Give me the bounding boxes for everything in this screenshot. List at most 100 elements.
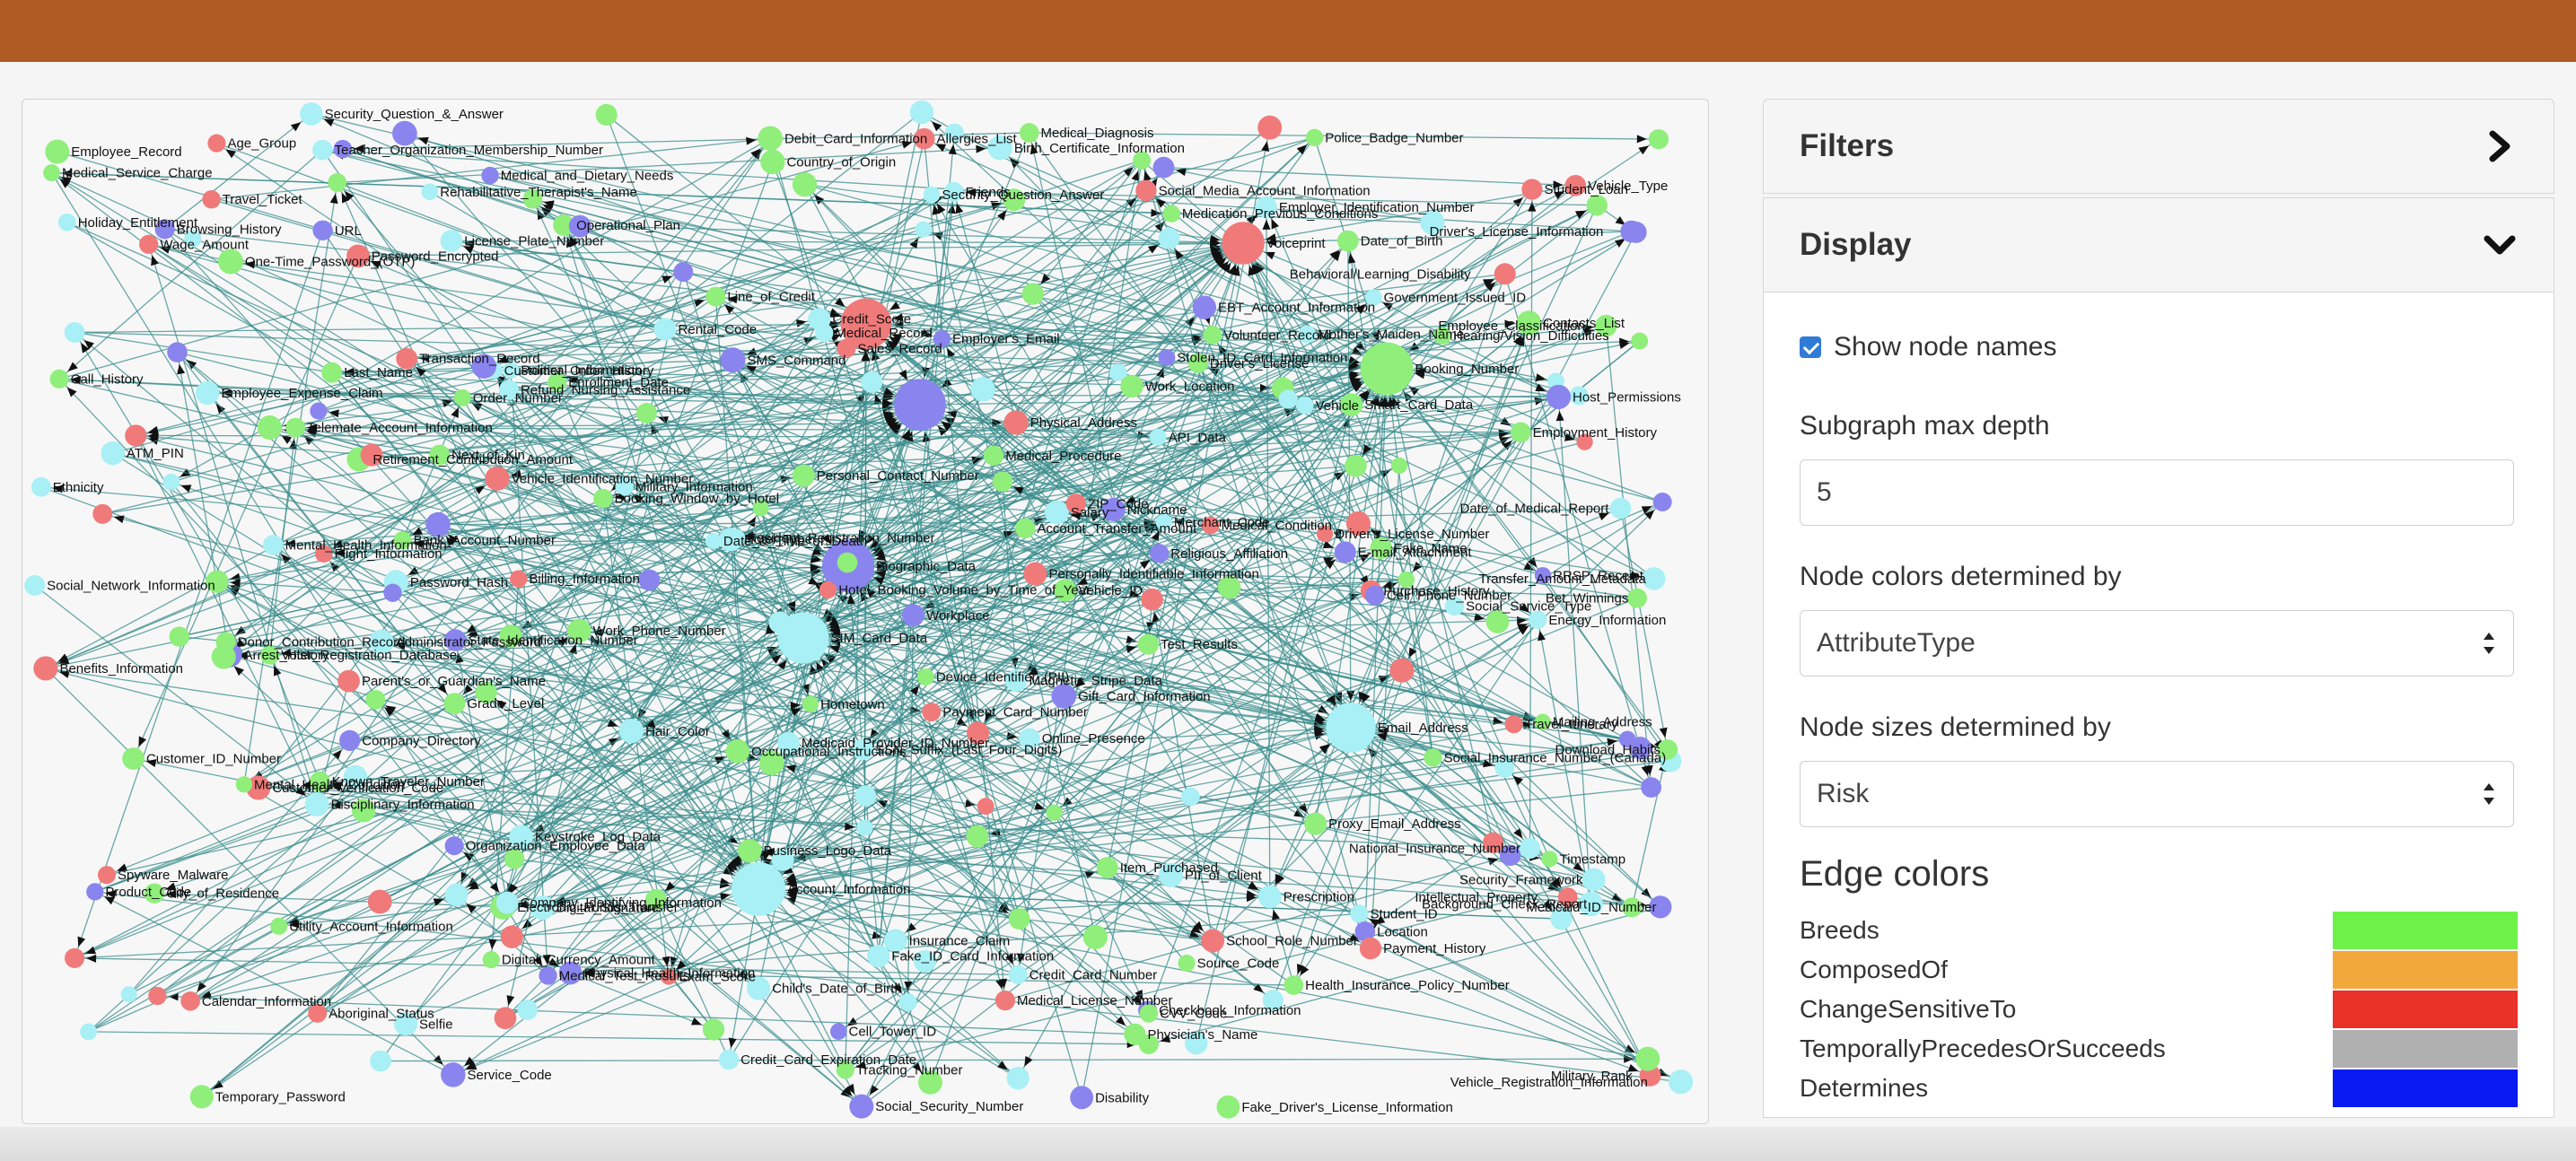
graph-node[interactable] xyxy=(328,173,347,192)
graph-node[interactable] xyxy=(1390,457,1408,475)
chevron-right-icon[interactable] xyxy=(2482,128,2518,164)
graph-node[interactable] xyxy=(1120,374,1143,398)
graph-node[interactable] xyxy=(725,739,750,764)
graph-node[interactable] xyxy=(310,402,328,420)
graph-node[interactable] xyxy=(257,415,282,441)
graph-node[interactable] xyxy=(211,644,236,669)
graph-node[interactable] xyxy=(262,535,284,555)
graph-node[interactable] xyxy=(367,889,392,914)
graph-node[interactable] xyxy=(760,149,785,175)
graph-node[interactable] xyxy=(992,471,1013,493)
graph-node[interactable] xyxy=(923,186,941,204)
graph-node[interactable] xyxy=(120,986,137,1003)
graph-node[interactable] xyxy=(1082,924,1108,950)
graph-node[interactable] xyxy=(1652,493,1672,511)
graph-node[interactable] xyxy=(1345,454,1367,477)
graph-node[interactable] xyxy=(195,380,220,406)
graph-node[interactable] xyxy=(595,103,618,126)
graph-node[interactable] xyxy=(1337,230,1359,252)
graph-node[interactable] xyxy=(1158,349,1176,366)
graph-node[interactable] xyxy=(485,466,510,491)
graph-node[interactable] xyxy=(1521,179,1543,200)
graph-node[interactable] xyxy=(1326,703,1376,753)
graph-node[interactable] xyxy=(270,917,288,935)
graph-node[interactable] xyxy=(339,729,361,751)
graph-node[interactable] xyxy=(1304,812,1327,835)
graph-node[interactable] xyxy=(1631,332,1649,350)
graph-node[interactable] xyxy=(1609,497,1632,519)
graph-node[interactable] xyxy=(217,249,243,275)
graph-node[interactable] xyxy=(894,379,946,431)
graph-node[interactable] xyxy=(1278,389,1298,409)
graph-node[interactable] xyxy=(1008,908,1030,930)
filters-accordion-header[interactable]: Filters xyxy=(1763,99,2554,194)
graph-node[interactable] xyxy=(202,190,221,209)
node-colors-select[interactable]: AttributeType xyxy=(1800,610,2514,677)
graph-node[interactable] xyxy=(285,417,306,438)
graph-node[interactable] xyxy=(481,166,499,185)
graph-node[interactable] xyxy=(792,172,818,197)
graph-node[interactable] xyxy=(1141,588,1163,611)
graph-node[interactable] xyxy=(1389,658,1415,683)
chevron-down-icon[interactable] xyxy=(2482,227,2518,263)
graph-node[interactable] xyxy=(125,424,147,447)
graph-node[interactable] xyxy=(312,139,333,161)
graph-node[interactable] xyxy=(1149,428,1167,446)
graph-node[interactable] xyxy=(1350,904,1369,923)
graph-node[interactable] xyxy=(1201,929,1225,953)
graph-node[interactable] xyxy=(705,532,722,550)
graph-node[interactable] xyxy=(304,791,329,816)
graph-node[interactable] xyxy=(57,213,76,231)
graph-node[interactable] xyxy=(421,183,439,201)
graph-node[interactable] xyxy=(732,862,785,916)
graph-node[interactable] xyxy=(977,798,994,816)
graph-node[interactable] xyxy=(1006,1066,1030,1090)
graph-node[interactable] xyxy=(1510,422,1531,443)
graph-node[interactable] xyxy=(312,220,333,240)
graph-node[interactable] xyxy=(1364,585,1385,606)
graph-node[interactable] xyxy=(819,580,837,599)
graph-node[interactable] xyxy=(1519,837,1541,860)
graph-node[interactable] xyxy=(1359,937,1382,960)
graph-node[interactable] xyxy=(1222,222,1265,265)
graph-node[interactable] xyxy=(1162,205,1180,223)
graph-node[interactable] xyxy=(494,1007,517,1030)
graph-node[interactable] xyxy=(970,377,995,402)
graph-node[interactable] xyxy=(1021,283,1044,305)
graph-node[interactable] xyxy=(189,1085,214,1109)
graph-node[interactable] xyxy=(441,1062,466,1087)
graph-node[interactable] xyxy=(1635,1046,1660,1071)
graph-node[interactable] xyxy=(792,464,815,487)
graph-node[interactable] xyxy=(1360,342,1414,396)
graph-node[interactable] xyxy=(909,100,934,125)
graph-node[interactable] xyxy=(1668,1069,1694,1095)
graph-node[interactable] xyxy=(482,951,500,969)
graph-node[interactable] xyxy=(1178,955,1196,973)
graph-node[interactable] xyxy=(370,1050,391,1072)
graph-node[interactable] xyxy=(861,371,883,393)
graph-node[interactable] xyxy=(49,369,69,388)
network-graph-panel[interactable]: Voiceprint Vehicle_Identification_Number D… xyxy=(22,99,1709,1124)
graph-node[interactable] xyxy=(1257,115,1283,140)
graph-node[interactable] xyxy=(453,388,471,406)
show-node-names-checkbox[interactable] xyxy=(1800,336,1821,358)
graph-node[interactable] xyxy=(1181,787,1200,807)
graph-node[interactable] xyxy=(1541,851,1558,868)
graph-node[interactable] xyxy=(1015,518,1036,539)
graph-node[interactable] xyxy=(1192,295,1217,319)
graph-node[interactable] xyxy=(495,891,519,914)
graph-node[interactable] xyxy=(758,126,783,152)
graph-node[interactable] xyxy=(1203,326,1222,345)
graph-node[interactable] xyxy=(80,1023,97,1041)
graph-node[interactable] xyxy=(994,991,1015,1011)
graph-node[interactable] xyxy=(636,403,657,423)
graph-node[interactable] xyxy=(148,986,167,1006)
graph-node[interactable] xyxy=(101,441,125,466)
graph-node[interactable] xyxy=(1586,195,1608,216)
graph-node[interactable] xyxy=(444,836,464,856)
graph-node[interactable] xyxy=(718,1049,740,1070)
graph-node[interactable] xyxy=(1150,544,1170,563)
graph-node[interactable] xyxy=(1295,396,1314,415)
graph-node[interactable] xyxy=(517,1000,539,1020)
graph-node[interactable] xyxy=(1284,975,1304,995)
